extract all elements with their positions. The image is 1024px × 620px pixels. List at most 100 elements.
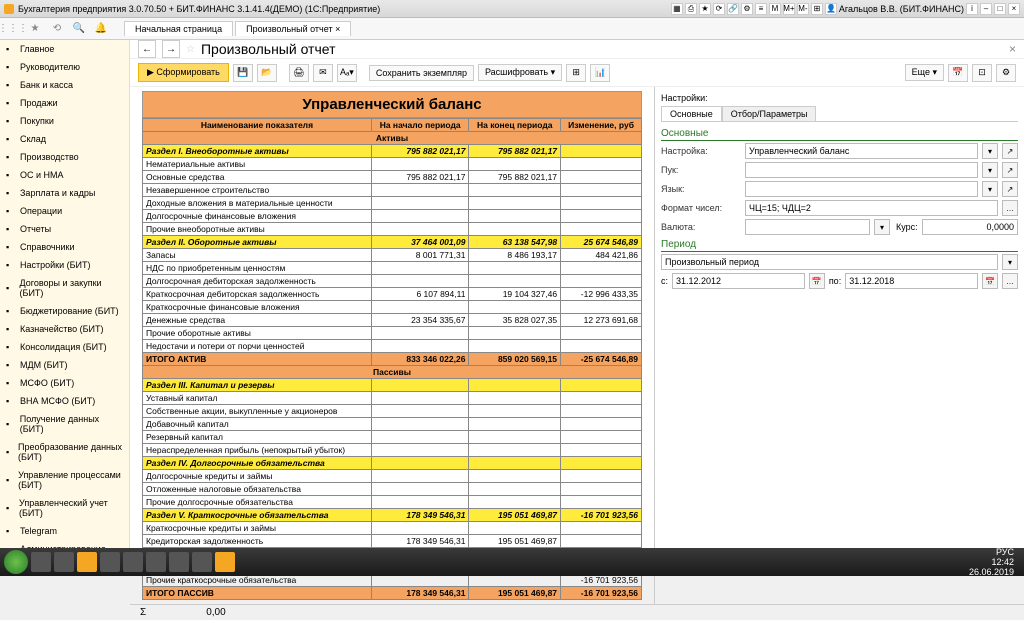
dropdown-icon[interactable]: ▾ — [982, 162, 998, 178]
star-icon[interactable]: ☆ — [186, 44, 195, 55]
currency-input[interactable] — [745, 219, 870, 235]
sidebar-item[interactable]: ▪Управление процессами (БИТ) — [0, 466, 129, 494]
maximize-icon[interactable]: □ — [994, 3, 1006, 15]
decode-button[interactable]: Расшифровать ▾ — [478, 64, 562, 81]
tool-icon[interactable]: 📅 — [948, 64, 968, 82]
tool-icon[interactable]: ⊞ — [566, 64, 586, 82]
sidebar-item[interactable]: ▪МДМ (БИТ) — [0, 356, 129, 374]
sidebar-item[interactable]: ▪Казначейство (БИТ) — [0, 320, 129, 338]
open-icon[interactable]: 📂 — [257, 64, 277, 82]
puk-input[interactable] — [745, 162, 978, 178]
font-icon[interactable]: Aₐ▾ — [337, 64, 357, 82]
dropdown-icon[interactable]: ▾ — [874, 219, 890, 235]
save-icon[interactable]: 💾 — [233, 64, 253, 82]
sidebar-item[interactable]: ▪ОС и НМА — [0, 166, 129, 184]
generate-button[interactable]: ▶ Сформировать — [138, 63, 229, 82]
task-icon[interactable] — [169, 552, 189, 572]
sidebar-item[interactable]: ▪Операции — [0, 202, 129, 220]
tab-start[interactable]: Начальная страница — [124, 21, 233, 36]
mail-icon[interactable]: ✉ — [313, 64, 333, 82]
sidebar-item[interactable]: ▪Зарплата и кадры — [0, 184, 129, 202]
tab-main[interactable]: Основные — [661, 106, 722, 121]
toolbar-icon[interactable]: ⚙ — [741, 3, 753, 15]
sidebar-item[interactable]: ▪Руководителю — [0, 58, 129, 76]
date-from-input[interactable] — [672, 273, 805, 289]
close-icon[interactable]: × — [1009, 42, 1016, 56]
forward-button[interactable]: → — [162, 40, 180, 58]
sidebar-item[interactable]: ▪Бюджетирование (БИТ) — [0, 302, 129, 320]
tab-report[interactable]: Произвольный отчет × — [235, 21, 351, 36]
sidebar-item[interactable]: ▪Производство — [0, 148, 129, 166]
link-icon[interactable]: ↗ — [1002, 162, 1018, 178]
save-instance-button[interactable]: Сохранить экземпляр — [369, 65, 474, 81]
dropdown-icon[interactable]: ▾ — [982, 143, 998, 159]
clock[interactable]: РУС 12:42 26.06.2019 — [969, 547, 1020, 577]
bell-icon[interactable]: 🔔 — [94, 22, 108, 36]
print-icon[interactable]: 🖨 — [289, 64, 309, 82]
task-icon[interactable] — [100, 552, 120, 572]
settings-toggle-icon[interactable]: ⚙ — [996, 64, 1016, 82]
more-icon[interactable]: … — [1002, 273, 1018, 289]
search-icon[interactable]: 🔍 — [72, 22, 86, 36]
sidebar-item[interactable]: ▪Telegram — [0, 522, 129, 540]
sidebar-item[interactable]: ▪Преобразование данных (БИТ) — [0, 438, 129, 466]
calendar-icon[interactable]: 📅 — [809, 273, 825, 289]
back-button[interactable]: ← — [138, 40, 156, 58]
sidebar-item[interactable]: ▪Администрирование — [0, 540, 129, 548]
sidebar-item[interactable]: ▪Главное — [0, 40, 129, 58]
history-icon[interactable]: ⟲ — [50, 22, 64, 36]
user-icon[interactable]: 👤 — [825, 3, 837, 15]
setting-input[interactable] — [745, 143, 978, 159]
dropdown-icon[interactable]: ▾ — [1002, 254, 1018, 270]
task-icon[interactable] — [192, 552, 212, 572]
task-icon[interactable] — [146, 552, 166, 572]
task-icon[interactable] — [77, 552, 97, 572]
toolbar-icon[interactable]: ⎙ — [685, 3, 697, 15]
toolbar-icon[interactable]: M+ — [783, 3, 795, 15]
tab-filter[interactable]: Отбор/Параметры — [722, 106, 817, 121]
sidebar-item[interactable]: ▪Покупки — [0, 112, 129, 130]
toolbar-icon[interactable]: ≡ — [755, 3, 767, 15]
rate-input[interactable] — [922, 219, 1018, 235]
sidebar-item[interactable]: ▪Банк и касса — [0, 76, 129, 94]
task-icon[interactable] — [123, 552, 143, 572]
sidebar-item[interactable]: ▪Получение данных (БИТ) — [0, 410, 129, 438]
sidebar-item[interactable]: ▪Договоры и закупки (БИТ) — [0, 274, 129, 302]
sidebar-item[interactable]: ▪Управленческий учет (БИТ) — [0, 494, 129, 522]
toolbar-icon[interactable]: 🔗 — [727, 3, 739, 15]
toolbar-icon[interactable]: M — [769, 3, 781, 15]
task-icon[interactable] — [31, 552, 51, 572]
info-icon[interactable]: i — [966, 3, 978, 15]
toolbar-icon[interactable]: ▦ — [671, 3, 683, 15]
toolbar-icon[interactable]: M- — [797, 3, 809, 15]
period-input[interactable] — [661, 254, 998, 270]
sidebar-item[interactable]: ▪Справочники — [0, 238, 129, 256]
sidebar-item[interactable]: ▪Консолидация (БИТ) — [0, 338, 129, 356]
start-button[interactable] — [4, 550, 28, 574]
star-icon[interactable]: ★ — [28, 22, 42, 36]
sidebar-item[interactable]: ▪Отчеты — [0, 220, 129, 238]
task-icon[interactable] — [54, 552, 74, 572]
close-icon[interactable]: × — [1008, 3, 1020, 15]
sidebar-item[interactable]: ▪Настройки (БИТ) — [0, 256, 129, 274]
tool-icon[interactable]: 📊 — [590, 64, 610, 82]
sidebar-item[interactable]: ▪Продажи — [0, 94, 129, 112]
toolbar-icon[interactable]: ⟳ — [713, 3, 725, 15]
sidebar-item[interactable]: ▪МСФО (БИТ) — [0, 374, 129, 392]
lang-input[interactable] — [745, 181, 978, 197]
calendar-icon[interactable]: 📅 — [982, 273, 998, 289]
toolbar-icon[interactable]: ⊞ — [811, 3, 823, 15]
more-icon[interactable]: … — [1002, 200, 1018, 216]
task-icon[interactable] — [215, 552, 235, 572]
dropdown-icon[interactable]: ▾ — [982, 181, 998, 197]
link-icon[interactable]: ↗ — [1002, 143, 1018, 159]
tool-icon[interactable]: ⊡ — [972, 64, 992, 82]
link-icon[interactable]: ↗ — [1002, 181, 1018, 197]
sidebar-item[interactable]: ▪ВНА МСФО (БИТ) — [0, 392, 129, 410]
toolbar-icon[interactable]: ★ — [699, 3, 711, 15]
sidebar-item[interactable]: ▪Склад — [0, 130, 129, 148]
more-button[interactable]: Еще ▾ — [905, 64, 944, 81]
apps-icon[interactable]: ⋮⋮⋮ — [6, 22, 20, 36]
format-input[interactable] — [745, 200, 998, 216]
minimize-icon[interactable]: – — [980, 3, 992, 15]
